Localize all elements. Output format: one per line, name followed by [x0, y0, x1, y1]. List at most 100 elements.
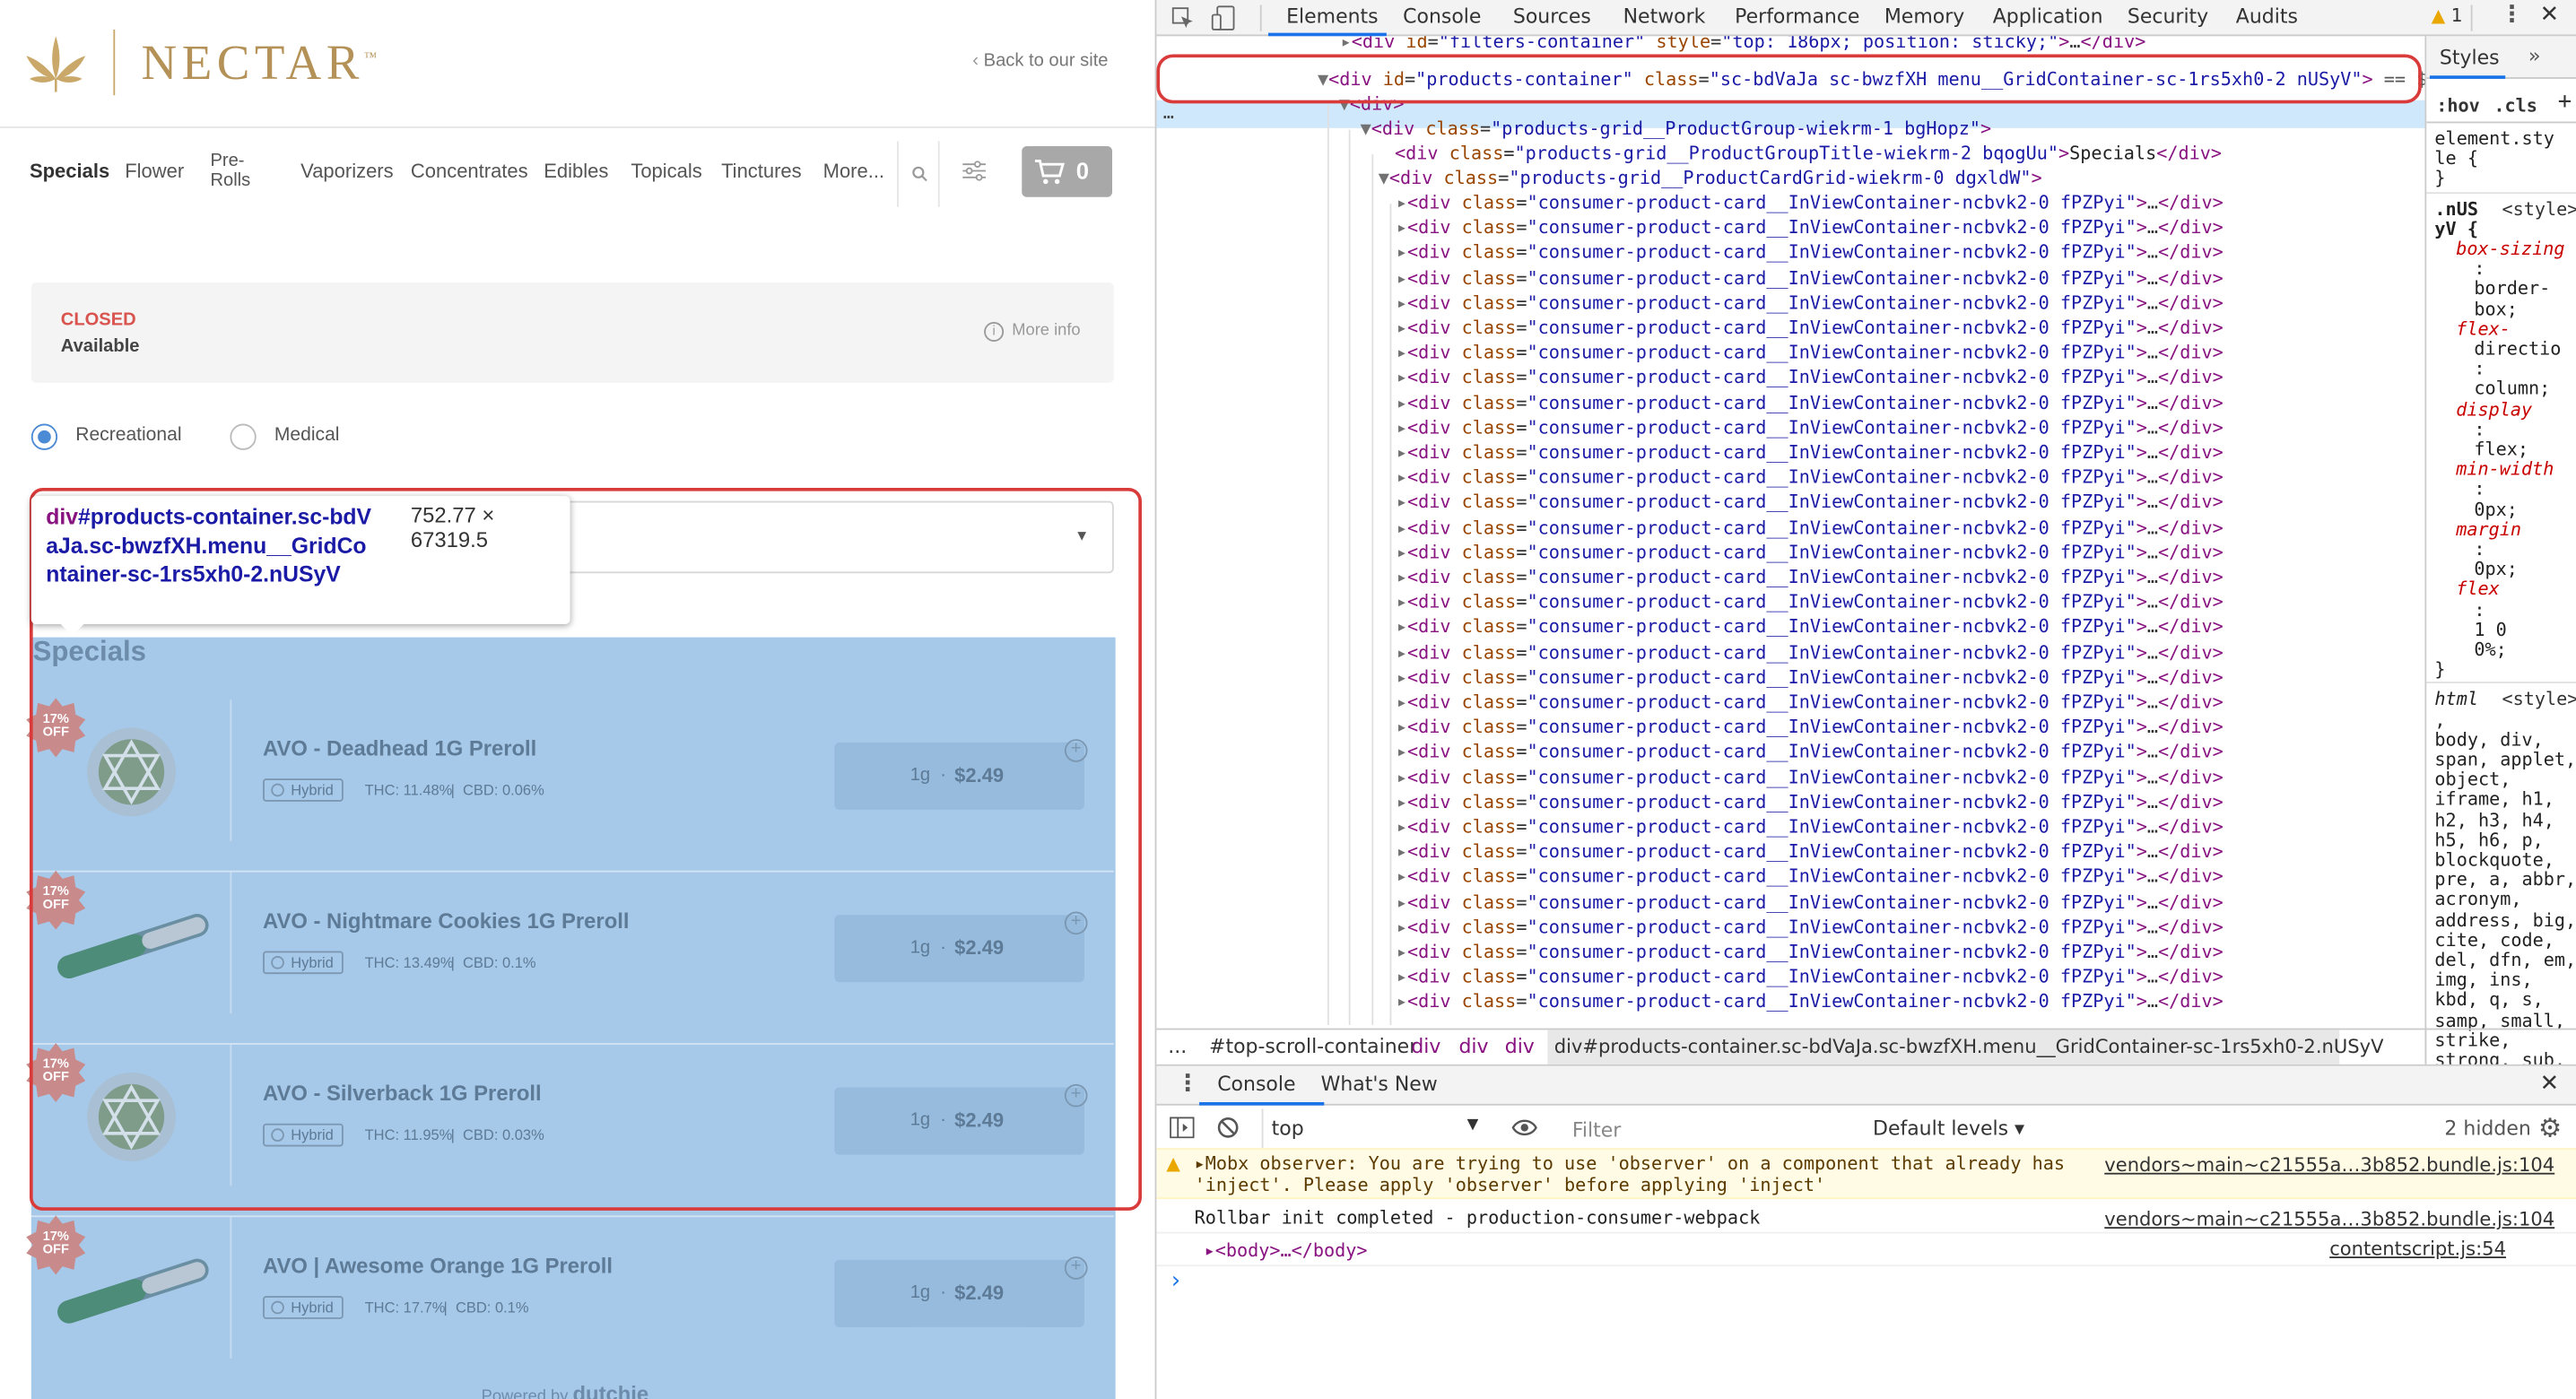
dom-node-product-card[interactable]: ▸<div class="consumer-product-card__InVi… — [1397, 615, 2224, 639]
tab-security[interactable]: Security — [2128, 4, 2208, 28]
rule-source-link[interactable]: <style> — [2502, 198, 2576, 220]
dom-node-product-card[interactable]: ▸<div class="consumer-product-card__InVi… — [1397, 814, 2224, 839]
console-settings-gear-icon[interactable]: ⚙ — [2538, 1112, 2562, 1143]
radio-recreational[interactable] — [30, 423, 58, 450]
dom-node-product-card[interactable]: ▸<div class="consumer-product-card__InVi… — [1397, 865, 2224, 889]
search-button[interactable] — [897, 141, 940, 207]
clear-console-icon[interactable] — [1217, 1117, 1239, 1138]
price-option-button[interactable]: 1g · $2.49 — [834, 1259, 1084, 1327]
cls-toggle[interactable]: .cls — [2493, 95, 2537, 117]
log-levels-dropdown[interactable]: Default levels ▾ — [1873, 1117, 2024, 1140]
dom-node-product-card[interactable]: ▸<div class="consumer-product-card__InVi… — [1397, 690, 2224, 714]
dom-node-product-card[interactable]: ▸<div class="consumer-product-card__InVi… — [1397, 964, 2224, 988]
dom-node-product-card[interactable]: ▸<div class="consumer-product-card__InVi… — [1397, 740, 2224, 764]
dom-node-product-card[interactable]: ▸<div class="consumer-product-card__InVi… — [1397, 291, 2224, 315]
breadcrumb-products-container[interactable]: div#products-container.sc-bdVaJa.sc-bwzf… — [1554, 1035, 2384, 1058]
nav-flower[interactable]: Flower — [125, 160, 184, 183]
context-selector[interactable]: top — [1272, 1117, 1304, 1140]
dom-node-product-card[interactable]: ▸<div class="consumer-product-card__InVi… — [1397, 565, 2224, 589]
hov-toggle[interactable]: :hov — [2436, 95, 2480, 117]
add-to-cart-plus-icon[interactable]: + — [1064, 1256, 1088, 1280]
dom-node-product-card[interactable]: ▸<div class="consumer-product-card__InVi… — [1397, 890, 2224, 914]
dom-node-product-card[interactable]: ▸<div class="consumer-product-card__InVi… — [1397, 715, 2224, 739]
close-devtools-icon[interactable]: ✕ — [2540, 2, 2559, 28]
nav-pre-rolls[interactable]: Pre- Rolls — [210, 152, 250, 191]
tab-styles[interactable]: Styles — [2440, 46, 2500, 69]
nav-more[interactable]: More... — [823, 160, 884, 183]
dom-node-product-card[interactable]: ▸<div class="consumer-product-card__InVi… — [1397, 340, 2224, 364]
cart-button[interactable]: 0 — [1022, 146, 1112, 197]
add-rule-icon[interactable]: + — [2558, 89, 2572, 115]
tab-sources[interactable]: Sources — [1513, 4, 1591, 28]
kebab-menu-icon[interactable]: ⋮ — [2501, 2, 2524, 28]
dom-node-product-card[interactable]: ▸<div class="consumer-product-card__InVi… — [1397, 390, 2224, 414]
tab-audits[interactable]: Audits — [2236, 4, 2298, 28]
nav-vaporizers[interactable]: Vaporizers — [300, 160, 393, 183]
dom-node-filters[interactable]: ▸<div id="filters-container" style="top:… — [1341, 36, 2146, 54]
back-to-site-link[interactable]: ‹ Back to our site — [972, 51, 1108, 71]
dom-node-product-card[interactable]: ▸<div class="consumer-product-card__InVi… — [1397, 365, 2224, 389]
contentscript-source-link[interactable]: contentscript.js:54 — [2329, 1237, 2506, 1260]
warning-source-link[interactable]: vendors~main~c21555a…3b852.bundle.js:104 — [2104, 1153, 2554, 1177]
dom-node-product-card[interactable]: ▸<div class="consumer-product-card__InVi… — [1397, 590, 2224, 614]
drawer-menu-icon[interactable]: ⋮ — [1176, 1071, 1199, 1097]
dom-node-product-card[interactable]: ▸<div class="consumer-product-card__InVi… — [1397, 491, 2224, 515]
node-ellipsis-icon[interactable]: … — [1163, 102, 1174, 124]
info-source-link[interactable]: vendors~main~c21555a…3b852.bundle.js:104 — [2104, 1207, 2554, 1230]
drawer-tab-whats-new[interactable]: What's New — [1321, 1073, 1438, 1096]
dom-node-product-card[interactable]: ▸<div class="consumer-product-card__InVi… — [1397, 316, 2224, 340]
breadcrumb-div[interactable]: div — [1505, 1035, 1535, 1058]
breadcrumb-div[interactable]: div — [1411, 1035, 1440, 1058]
filter-sliders-icon[interactable] — [961, 160, 987, 183]
more-info-link[interactable]: i More info — [984, 321, 1081, 342]
console-body-node[interactable]: ▸<body>…</body> — [1205, 1240, 1368, 1262]
dom-node-product-card[interactable]: ▸<div class="consumer-product-card__InVi… — [1397, 215, 2224, 239]
dom-node-product-card[interactable]: ▸<div class="consumer-product-card__InVi… — [1397, 240, 2224, 265]
warning-counter[interactable]: ▲ 1 — [2432, 4, 2463, 26]
drawer-tab-console[interactable]: Console — [1217, 1073, 1295, 1096]
tab-performance[interactable]: Performance — [1735, 4, 1859, 28]
nav-tinctures[interactable]: Tinctures — [721, 160, 802, 183]
tab-elements[interactable]: Elements — [1286, 4, 1378, 28]
breadcrumb-ellipsis[interactable]: ... — [1168, 1035, 1187, 1058]
close-drawer-icon[interactable]: ✕ — [2540, 1071, 2559, 1097]
dom-node-product-card[interactable]: ▸<div class="consumer-product-card__InVi… — [1397, 640, 2224, 665]
inspect-element-icon[interactable] — [1171, 6, 1195, 30]
dom-node-product-card[interactable]: ▸<div class="consumer-product-card__InVi… — [1397, 915, 2224, 939]
dom-node-product-card[interactable]: ▸<div class="consumer-product-card__InVi… — [1397, 440, 2224, 465]
tab-network[interactable]: Network — [1623, 4, 1706, 28]
dom-node-product-card[interactable]: ▸<div class="consumer-product-card__InVi… — [1397, 415, 2224, 439]
console-prompt[interactable]: › — [1171, 1268, 1180, 1294]
dom-node-product-card[interactable]: ▸<div class="consumer-product-card__InVi… — [1397, 940, 2224, 964]
console-filter-input[interactable]: Filter — [1572, 1118, 1621, 1142]
tab-console[interactable]: Console — [1403, 4, 1481, 28]
dom-node-product-card[interactable]: ▸<div class="consumer-product-card__InVi… — [1397, 190, 2224, 214]
dom-node-group-title[interactable]: <div class="products-grid__ProductGroupT… — [1395, 142, 2222, 166]
radio-medical[interactable] — [230, 423, 257, 450]
sidebar-toggle-icon[interactable] — [1170, 1117, 1195, 1139]
dom-node-product-card[interactable]: ▸<div class="consumer-product-card__InVi… — [1397, 790, 2224, 814]
live-expression-eye-icon[interactable] — [1511, 1118, 1537, 1136]
dom-node-product-card[interactable]: ▸<div class="consumer-product-card__InVi… — [1397, 989, 2224, 1013]
dom-node-product-card[interactable]: ▸<div class="consumer-product-card__InVi… — [1397, 665, 2224, 689]
dom-node-product-card[interactable]: ▸<div class="consumer-product-card__InVi… — [1397, 465, 2224, 490]
nav-topicals[interactable]: Topicals — [631, 160, 701, 183]
tab-memory[interactable]: Memory — [1884, 4, 1964, 28]
dom-node-product-card[interactable]: ▸<div class="consumer-product-card__InVi… — [1397, 265, 2224, 290]
dom-node-product-card[interactable]: ▸<div class="consumer-product-card__InVi… — [1397, 839, 2224, 864]
nav-edibles[interactable]: Edibles — [544, 160, 608, 183]
warning-text[interactable]: ▸Mobx observer: You are trying to use 'o… — [1195, 1153, 2065, 1196]
dom-node-product-card[interactable]: ▸<div class="consumer-product-card__InVi… — [1397, 765, 2224, 789]
tab-application[interactable]: Application — [1993, 4, 2103, 28]
more-tabs-icon[interactable]: » — [2528, 44, 2540, 67]
dom-node-product-card[interactable]: ▸<div class="consumer-product-card__InVi… — [1397, 515, 2224, 539]
nav-concentrates[interactable]: Concentrates — [411, 160, 528, 183]
brand-logo-text[interactable]: NECTAR™ — [142, 36, 378, 91]
dom-node-card-grid[interactable]: ▼<div class="products-grid__ProductCardG… — [1379, 166, 2042, 190]
breadcrumb-top-scroll[interactable]: #top-scroll-container — [1209, 1035, 1417, 1058]
product-card[interactable]: AVO | Awesome Orange 1G Preroll Hybrid THC… — [26, 1215, 1114, 1359]
product-name[interactable]: AVO | Awesome Orange 1G Preroll — [263, 1254, 613, 1278]
dom-node-product-card[interactable]: ▸<div class="consumer-product-card__InVi… — [1397, 540, 2224, 564]
breadcrumb-div[interactable]: div — [1458, 1035, 1488, 1058]
device-toolbar-icon[interactable] — [1211, 4, 1237, 30]
